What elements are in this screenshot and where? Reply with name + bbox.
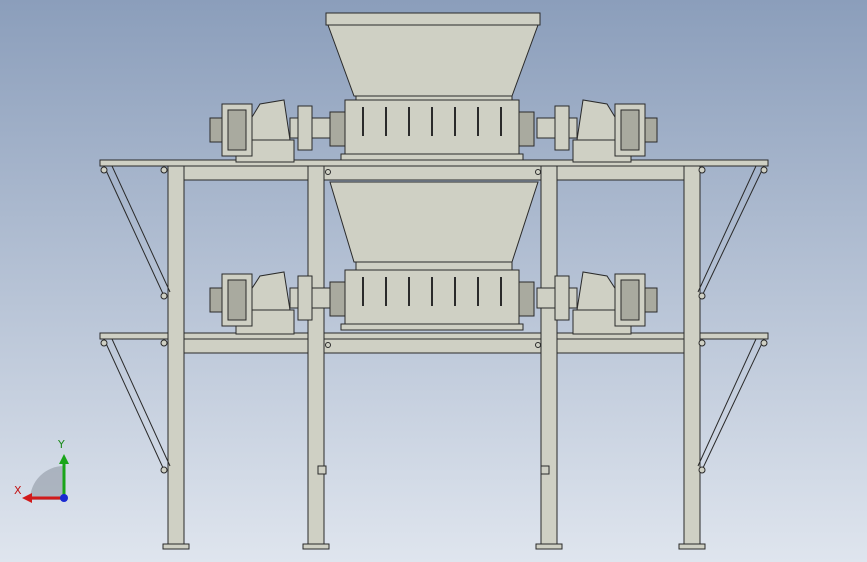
shredder-model[interactable] xyxy=(0,0,867,562)
frame-leg-outer-right xyxy=(683,165,701,547)
x-axis-label: X xyxy=(14,484,22,497)
lower-hopper xyxy=(329,181,539,271)
upper-hopper xyxy=(325,12,541,101)
frame-leg-inner-left xyxy=(307,165,325,547)
frame-leg-inner-right xyxy=(540,165,558,547)
frame-leg-outer-left xyxy=(167,165,185,547)
z-axis-dot xyxy=(60,494,68,502)
axis-triad: Y X xyxy=(14,438,74,510)
lower-shredder-housing xyxy=(329,269,535,331)
cad-viewport[interactable]: Y X xyxy=(0,0,867,562)
upper-shredder-housing xyxy=(329,99,535,161)
y-axis-label: Y xyxy=(58,438,65,451)
